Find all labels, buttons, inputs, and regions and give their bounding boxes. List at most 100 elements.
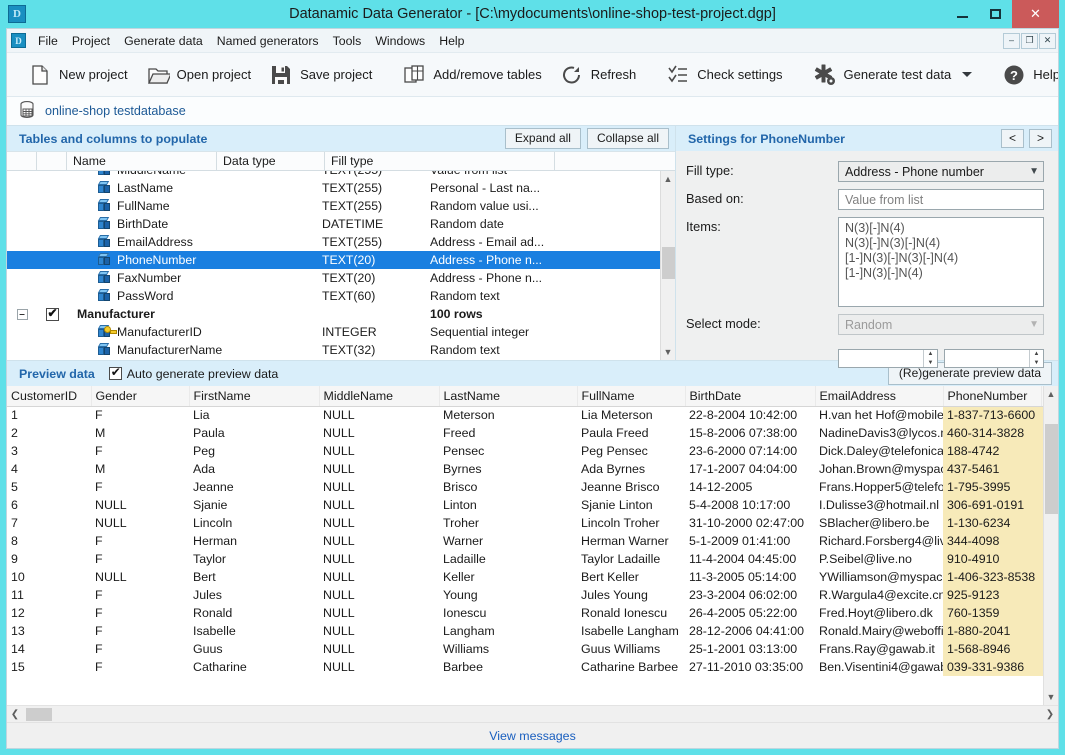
preview-scroll-track[interactable] <box>1044 402 1059 689</box>
maximize-button[interactable] <box>979 0 1012 28</box>
table-row[interactable]: 7 NULL Lincoln NULL Troher Lincoln Troher 31-1… <box>7 514 1043 532</box>
tree-row-checkbox[interactable] <box>45 306 59 321</box>
table-cell[interactable]: 1-406-323-8538 <box>943 568 1041 586</box>
table-cell[interactable]: 27-11-2010 03:35:00 <box>685 658 815 676</box>
table-row[interactable]: 3 F Peg NULL Pensec Peg Pensec 23-6-2000 07:14… <box>7 442 1043 460</box>
table-cell[interactable]: R.Wargula4@excite.cn <box>815 586 943 604</box>
table-cell[interactable]: Peg Pensec <box>577 442 685 460</box>
table-cell[interactable]: Jules <box>189 586 319 604</box>
table-cell[interactable]: Lia <box>189 406 319 424</box>
table-cell[interactable]: Jeanne <box>189 478 319 496</box>
table-row[interactable]: 10 NULL Bert NULL Keller Bert Keller 11-3-2005… <box>7 568 1043 586</box>
table-row[interactable]: 1 F Lia NULL Meterson Lia Meterson 22-8-2004 1… <box>7 406 1043 424</box>
min-value-spinner[interactable]: ▲ ▼ <box>838 349 938 368</box>
table-cell[interactable]: NULL <box>319 424 439 442</box>
table-cell[interactable]: 925-9123 <box>943 586 1041 604</box>
new-project-button[interactable]: New project <box>19 57 137 93</box>
preview-scroll-right-icon[interactable]: ❯ <box>1042 709 1058 720</box>
table-cell[interactable]: Meterson <box>439 406 577 424</box>
mdi-close-button[interactable]: ✕ <box>1039 32 1056 49</box>
auto-generate-checkbox[interactable] <box>108 365 122 380</box>
items-list[interactable]: N(3)[-]N(4) N(3)[-]N(3)[-]N(4) [1-]N(3)[… <box>838 217 1044 307</box>
table-cell[interactable]: Ronald Ionescu <box>577 604 685 622</box>
table-cell[interactable]: 1-130-6234 <box>943 514 1041 532</box>
preview-horizontal-scrollbar[interactable]: ❮ ❯ <box>7 705 1058 722</box>
table-cell[interactable]: NULL <box>319 442 439 460</box>
previous-column-button[interactable]: < <box>1000 129 1024 148</box>
collapse-all-button[interactable]: Collapse all <box>586 128 669 149</box>
view-messages-link[interactable]: View messages <box>489 729 576 743</box>
table-cell[interactable]: M <box>91 424 189 442</box>
table-row[interactable]: 13 F Isabelle NULL Langham Isabelle Langham 28… <box>7 622 1043 640</box>
min-spinner-arrows[interactable]: ▲ ▼ <box>923 350 937 367</box>
tree-column-row[interactable]: PhoneNumber TEXT(20) Address - Phone n... <box>7 251 660 269</box>
table-cell[interactable]: Warner <box>439 532 577 550</box>
tree-scroll-thumb[interactable] <box>661 247 675 279</box>
column-header-customerid[interactable]: CustomerID <box>7 386 92 407</box>
save-project-button[interactable]: Save project <box>260 57 381 93</box>
tree-expander-icon[interactable]: – <box>16 308 28 320</box>
column-header-emailaddress[interactable]: EmailAddress <box>815 386 944 407</box>
table-cell[interactable]: 306-691-0191 <box>943 496 1041 514</box>
table-cell[interactable]: 039-331-9386 <box>943 658 1041 676</box>
table-cell[interactable]: F <box>91 658 189 676</box>
table-cell[interactable]: Herman Warner <box>577 532 685 550</box>
close-button[interactable]: ✕ <box>1012 0 1059 28</box>
table-cell[interactable]: 11-3-2005 05:14:00 <box>685 568 815 586</box>
table-cell[interactable]: Keller <box>439 568 577 586</box>
table-cell[interactable]: Linton <box>439 496 577 514</box>
column-header-gender[interactable]: Gender <box>91 386 190 407</box>
next-column-button[interactable]: > <box>1028 129 1052 148</box>
table-row[interactable]: 8 F Herman NULL Warner Herman Warner 5-1-2009 … <box>7 532 1043 550</box>
tree-scroll-down-icon[interactable]: ▼ <box>661 344 676 360</box>
table-cell[interactable]: Fred.Hoyt@libero.dk <box>815 604 943 622</box>
table-cell[interactable]: 28-12-2006 04:41:00 <box>685 622 815 640</box>
table-cell[interactable]: 5-1-2009 01:41:00 <box>685 532 815 550</box>
table-cell[interactable]: Troher <box>439 514 577 532</box>
tree-column-row[interactable]: EmailAddress TEXT(255) Address - Email ad.… <box>7 233 660 251</box>
tree-col-datatype[interactable]: Data type <box>217 152 325 170</box>
table-cell[interactable]: F <box>91 406 189 424</box>
tree-column-row[interactable]: PassWord TEXT(60) Random text <box>7 287 660 305</box>
table-cell[interactable]: Young <box>439 586 577 604</box>
table-cell[interactable]: 10 <box>7 568 91 586</box>
table-cell[interactable]: F <box>91 640 189 658</box>
table-cell[interactable]: 6 <box>7 496 91 514</box>
table-cell[interactable]: M <box>91 460 189 478</box>
table-cell[interactable]: 1-837-713-6600 <box>943 406 1041 424</box>
mdi-restore-button[interactable]: ❐ <box>1021 32 1038 49</box>
table-cell[interactable]: Frans.Ray@gawab.it <box>815 640 943 658</box>
table-cell[interactable]: YWilliamson@myspace <box>815 568 943 586</box>
table-cell[interactable]: 4 <box>7 460 91 478</box>
table-cell[interactable]: Barbee <box>439 658 577 676</box>
table-cell[interactable]: Williams <box>439 640 577 658</box>
based-on-field[interactable]: Value from list <box>838 189 1044 210</box>
tree-scroll-up-icon[interactable]: ▲ <box>661 171 676 187</box>
table-cell[interactable]: 188-4742 <box>943 442 1041 460</box>
table-cell[interactable]: 13 <box>7 622 91 640</box>
table-row[interactable]: 9 F Taylor NULL Ladaille Taylor Ladaille 11-4-… <box>7 550 1043 568</box>
table-cell[interactable]: Bert Keller <box>577 568 685 586</box>
tree-col-name[interactable]: Name <box>67 152 217 170</box>
table-row[interactable]: 4 M Ada NULL Byrnes Ada Byrnes 17-1-2007 04:04… <box>7 460 1043 478</box>
table-cell[interactable]: F <box>91 604 189 622</box>
menu-project[interactable]: Project <box>65 31 117 51</box>
table-cell[interactable]: 25-1-2001 03:13:00 <box>685 640 815 658</box>
table-cell[interactable]: 760-1359 <box>943 604 1041 622</box>
menu-windows[interactable]: Windows <box>368 31 432 51</box>
table-cell[interactable]: Jeanne Brisco <box>577 478 685 496</box>
table-cell[interactable]: Johan.Brown@myspace <box>815 460 943 478</box>
table-cell[interactable]: 1-795-3995 <box>943 478 1041 496</box>
table-cell[interactable]: Paula Freed <box>577 424 685 442</box>
table-cell[interactable]: 26-4-2005 05:22:00 <box>685 604 815 622</box>
table-cell[interactable]: Catharine <box>189 658 319 676</box>
preview-vertical-scrollbar[interactable]: ▲ ▼ <box>1043 386 1058 705</box>
table-cell[interactable]: 11 <box>7 586 91 604</box>
table-cell[interactable]: Lia Meterson <box>577 406 685 424</box>
chevron-down-icon[interactable] <box>962 72 973 77</box>
preview-scroll-down-icon[interactable]: ▼ <box>1044 689 1059 705</box>
column-header-birthdate[interactable]: BirthDate <box>685 386 816 407</box>
menu-tools[interactable]: Tools <box>326 31 369 51</box>
table-cell[interactable]: Ionescu <box>439 604 577 622</box>
table-cell[interactable]: 22-8-2004 10:42:00 <box>685 406 815 424</box>
